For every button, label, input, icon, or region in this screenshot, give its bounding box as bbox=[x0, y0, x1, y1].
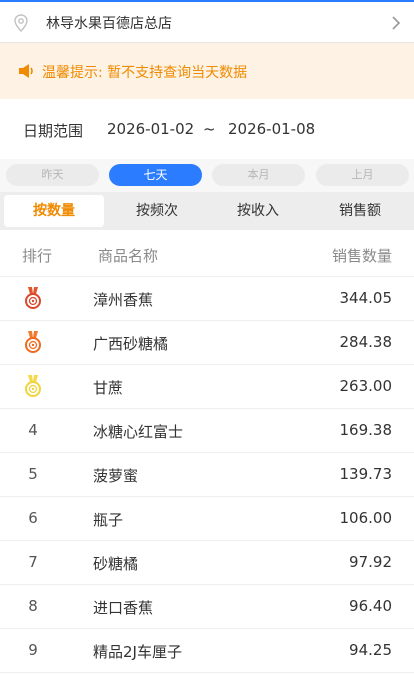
quick-range-seven-days[interactable]: 七天 bbox=[109, 164, 202, 186]
product-name: 砂糖橘 bbox=[93, 555, 139, 573]
tab-by-quantity[interactable]: 按数量 bbox=[4, 195, 104, 227]
product-name: 甘蔗 bbox=[93, 379, 124, 397]
date-range-row: 日期范围 2026-01-02 ~ 2026-01-08 bbox=[0, 99, 414, 159]
sales-quantity: 97.92 bbox=[349, 553, 392, 571]
product-name: 冰糖心红富士 bbox=[93, 423, 184, 441]
product-name: 菠萝蜜 bbox=[93, 467, 139, 485]
quick-range-selector: 昨天 七天 本月 上月 bbox=[0, 159, 414, 192]
rank-number: 6 bbox=[28, 509, 38, 527]
quick-range-last-month[interactable]: 上月 bbox=[316, 164, 409, 186]
quick-range-this-month[interactable]: 本月 bbox=[212, 164, 305, 186]
chevron-right-icon bbox=[392, 16, 401, 30]
tab-by-frequency[interactable]: 按频次 bbox=[107, 195, 207, 227]
table-row[interactable]: 漳州香蕉 344.05 bbox=[0, 277, 414, 321]
sort-tabs: 按数量 按频次 按收入 销售额 bbox=[0, 192, 414, 230]
quick-range-yesterday[interactable]: 昨天 bbox=[6, 164, 99, 186]
table-row[interactable]: 6 瓶子 106.00 bbox=[0, 497, 414, 541]
table-row[interactable]: 7 砂糖橘 97.92 bbox=[0, 541, 414, 585]
sales-quantity: 169.38 bbox=[339, 421, 393, 439]
rank-number: 4 bbox=[28, 421, 38, 439]
product-name: 瓶子 bbox=[93, 511, 124, 529]
tab-sales-amount[interactable]: 销售额 bbox=[310, 195, 410, 227]
table-row[interactable]: 9 精品2J车厘子 94.25 bbox=[0, 629, 414, 673]
table-header: 排行 商品名称 销售数量 bbox=[0, 230, 414, 277]
tab-by-revenue[interactable]: 按收入 bbox=[208, 195, 308, 227]
table-row[interactable]: 4 冰糖心红富士 169.38 bbox=[0, 409, 414, 453]
sales-quantity: 139.73 bbox=[339, 465, 393, 483]
product-name: 精品2J车厘子 bbox=[93, 643, 182, 661]
date-separator: ~ bbox=[203, 120, 216, 138]
table-row[interactable]: 8 进口香蕉 96.40 bbox=[0, 585, 414, 629]
table-row[interactable]: 5 菠萝蜜 139.73 bbox=[0, 453, 414, 497]
sales-quantity: 284.38 bbox=[339, 333, 393, 351]
product-name: 漳州香蕉 bbox=[93, 291, 154, 309]
product-name: 进口香蕉 bbox=[93, 599, 154, 617]
silver-medal-icon bbox=[25, 331, 41, 353]
header-rank: 排行 bbox=[22, 247, 53, 265]
sales-quantity: 106.00 bbox=[339, 509, 393, 527]
header-sales-quantity: 销售数量 bbox=[331, 247, 392, 265]
rank-number: 8 bbox=[28, 597, 38, 615]
table-row[interactable]: 甘蔗 263.00 bbox=[0, 365, 414, 409]
notice-banner: 温馨提示: 暂不支持查询当天数据 bbox=[0, 43, 414, 99]
sales-quantity: 94.25 bbox=[349, 641, 392, 659]
location-pin-icon bbox=[14, 14, 28, 32]
sales-quantity: 96.40 bbox=[349, 597, 392, 615]
start-date-field[interactable]: 2026-01-02 bbox=[107, 120, 194, 138]
rank-number: 9 bbox=[28, 641, 38, 659]
store-selector[interactable]: 林导水果百德店总店 bbox=[0, 2, 414, 43]
date-range-label: 日期范围 bbox=[23, 122, 84, 140]
ranking-table: 排行 商品名称 销售数量 漳州香蕉 344.05 广西砂糖橘 284.38 甘蔗… bbox=[0, 230, 414, 678]
table-row[interactable]: 广西砂糖橘 284.38 bbox=[0, 321, 414, 365]
sales-quantity: 263.00 bbox=[339, 377, 393, 395]
rank-number: 5 bbox=[28, 465, 38, 483]
product-name: 广西砂糖橘 bbox=[93, 335, 169, 353]
notice-text: 温馨提示: 暂不支持查询当天数据 bbox=[42, 65, 248, 81]
speaker-icon bbox=[19, 64, 33, 78]
sales-quantity: 344.05 bbox=[339, 289, 393, 307]
bronze-medal-icon bbox=[25, 375, 41, 397]
end-date-field[interactable]: 2026-01-08 bbox=[228, 120, 315, 138]
store-name: 林导水果百德店总店 bbox=[46, 16, 172, 32]
rank-number: 7 bbox=[28, 553, 38, 571]
header-product-name: 商品名称 bbox=[98, 247, 159, 265]
gold-medal-icon bbox=[25, 287, 41, 309]
